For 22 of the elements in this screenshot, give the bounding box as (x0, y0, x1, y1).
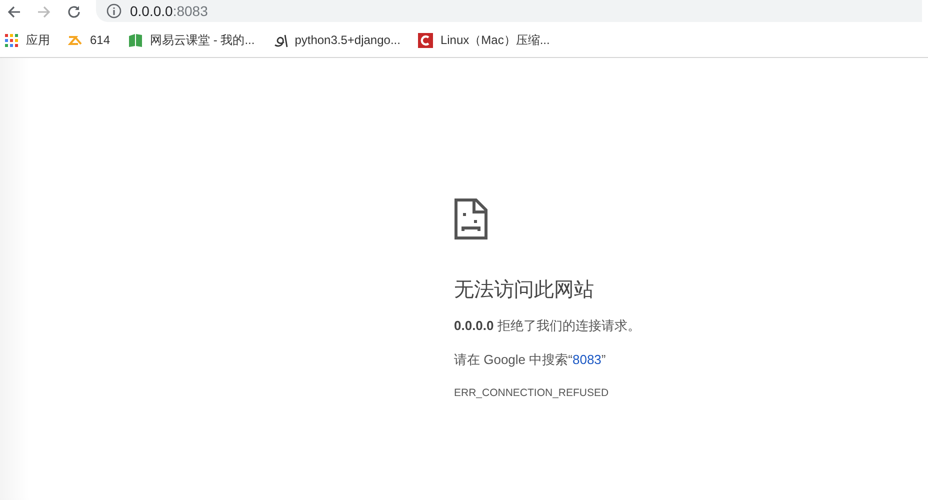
book-icon (128, 32, 144, 48)
error-message: 0.0.0.0 拒绝了我们的连接请求。 (454, 317, 640, 335)
url-port: :8083 (172, 2, 208, 18)
search-link[interactable]: 8083 (572, 352, 602, 367)
bookmark-link[interactable]: 应用 (26, 32, 50, 48)
bookmark-link[interactable]: 614 (90, 33, 110, 47)
c-logo-icon (418, 32, 434, 48)
apps-grid-icon (4, 32, 19, 48)
back-icon[interactable] (6, 4, 22, 20)
error-title: 无法访问此网站 (454, 278, 594, 303)
search-suggestion: 请在 Google 中搜索“ (454, 352, 572, 367)
reload-icon[interactable] (66, 4, 82, 20)
error-code: ERR_CONNECTION_REFUSED (454, 387, 609, 399)
swirl-icon (272, 32, 288, 48)
bookmark-link[interactable]: Linux（Mac）压缩... (440, 32, 550, 48)
url-host: 0.0.0.0 (130, 2, 173, 18)
sad-document-icon (454, 198, 488, 240)
address-bar[interactable]: 0.0.0.0:8083 (96, 0, 922, 22)
info-icon (106, 2, 122, 18)
bookmark-link[interactable]: python3.5+django... (294, 33, 400, 47)
bookmark-link[interactable]: 网易云课堂 - 我的... (150, 32, 255, 48)
quote-mark: ” (601, 352, 606, 367)
